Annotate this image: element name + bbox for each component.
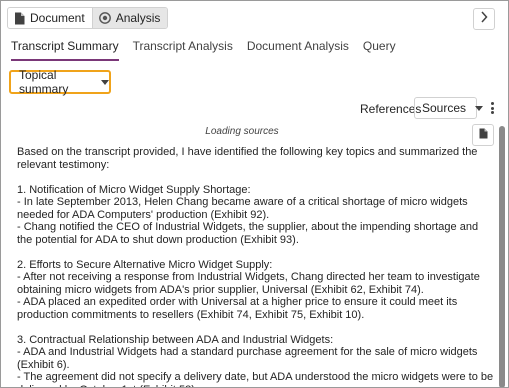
section-point: - ADA and Industrial Widgets had a stand… — [17, 346, 478, 371]
analysis-view-label: Analysis — [115, 11, 161, 25]
vertical-scrollbar[interactable] — [499, 126, 505, 387]
analysis-tabs: Transcript Summary Transcript Analysis D… — [11, 39, 396, 61]
references-label: References — [360, 102, 422, 116]
tab-transcript-analysis[interactable]: Transcript Analysis — [133, 39, 233, 61]
collapse-panel-button[interactable] — [473, 8, 495, 30]
copy-document-icon — [479, 126, 488, 144]
more-vertical-icon[interactable] — [489, 100, 495, 116]
document-icon — [14, 12, 25, 25]
document-view-button[interactable]: Document — [8, 8, 92, 28]
loading-status: Loading sources — [205, 126, 279, 137]
summary-type-value: Topical summary — [19, 68, 69, 96]
document-view-label: Document — [30, 11, 85, 25]
section-point: - The agreement did not specify a delive… — [17, 371, 494, 387]
analysis-panel: Document Analysis Transcript Summary Tra… — [0, 0, 509, 388]
tab-transcript-summary[interactable]: Transcript Summary — [11, 39, 119, 61]
chevron-down-icon — [101, 79, 109, 85]
section-point: - After not receiving a response from In… — [17, 271, 480, 296]
section-heading: 3. Contractual Relationship between ADA … — [17, 333, 334, 346]
copy-summary-button[interactable] — [472, 124, 494, 146]
summary-intro: Based on the transcript provided, I have… — [17, 146, 478, 171]
chevron-down-icon — [475, 105, 484, 111]
summary-content: Based on the transcript provided, I have… — [17, 146, 495, 387]
summary-type-dropdown[interactable]: Topical summary — [9, 68, 111, 96]
view-toggle: Document Analysis — [7, 7, 169, 29]
section-point: - Chang notified the CEO of Industrial W… — [17, 221, 479, 246]
tab-query[interactable]: Query — [363, 39, 396, 61]
section-heading: 2. Efforts to Secure Alternative Micro W… — [17, 258, 273, 271]
analysis-icon — [98, 12, 111, 24]
section-point: - ADA placed an expedited order with Uni… — [17, 296, 458, 321]
section-point: - In late September 2013, Helen Chang be… — [17, 196, 468, 221]
sources-dropdown-value: Sources — [422, 101, 467, 115]
analysis-view-button[interactable]: Analysis — [91, 8, 168, 28]
chevron-right-icon — [480, 10, 488, 28]
sources-dropdown[interactable]: Sources — [414, 97, 484, 119]
tab-document-analysis[interactable]: Document Analysis — [247, 39, 349, 61]
section-heading: 1. Notification of Micro Widget Supply S… — [17, 183, 251, 196]
